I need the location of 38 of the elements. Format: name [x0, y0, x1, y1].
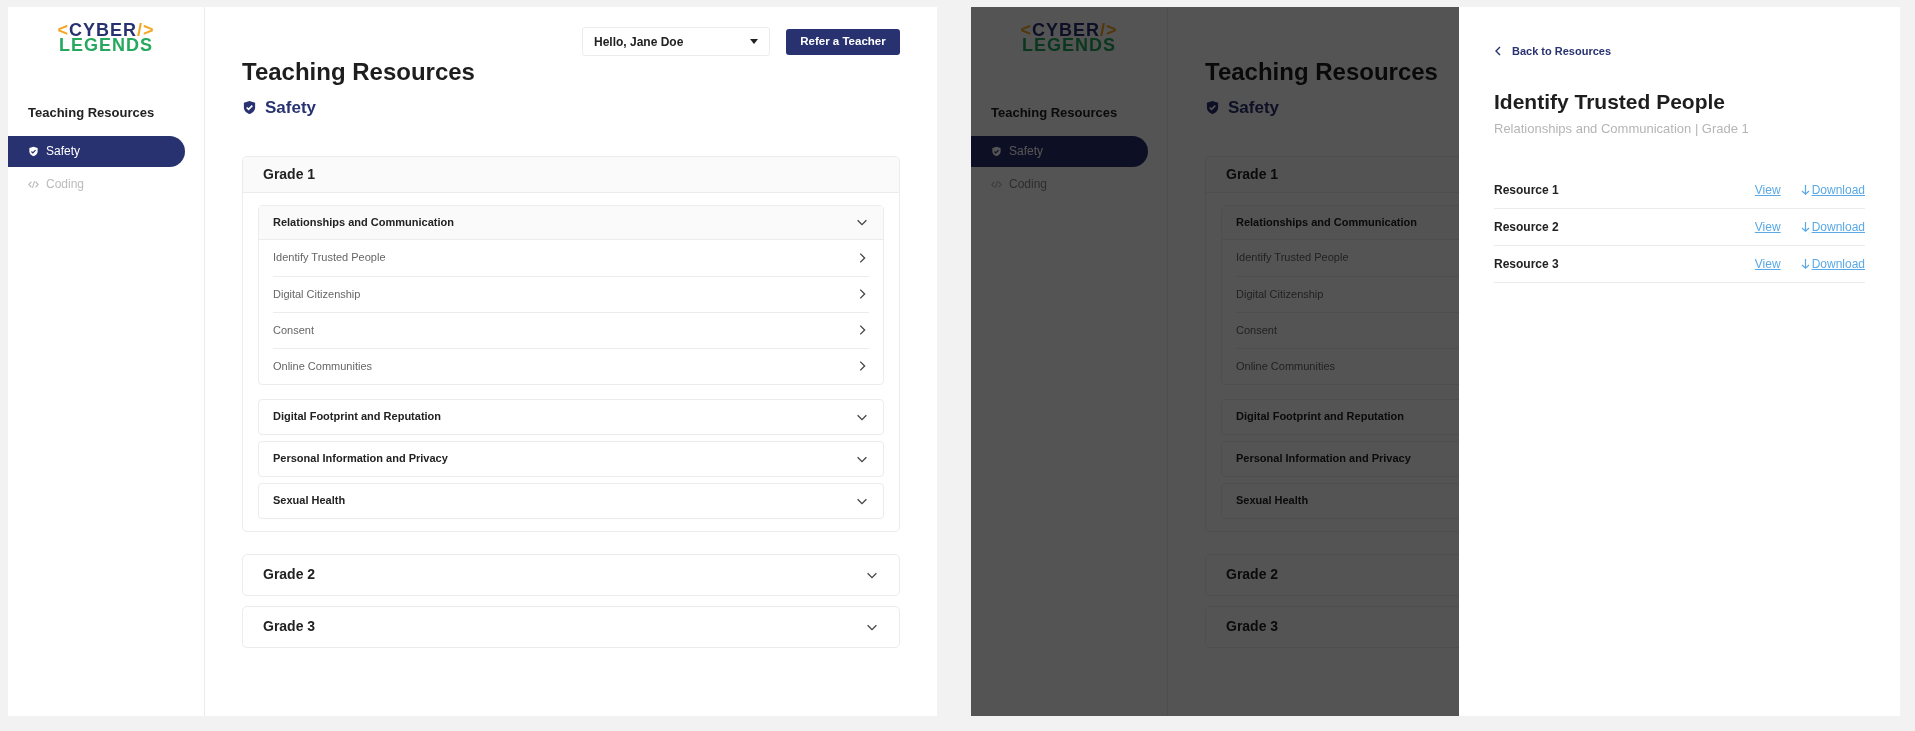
page-title: Teaching Resources [242, 57, 476, 87]
download-arrow-icon [1800, 221, 1810, 232]
resource-name: Resource 3 [1494, 255, 1560, 273]
shield-icon [991, 145, 1002, 157]
sidebar-heading: Teaching Resources [28, 104, 156, 122]
page-title: Teaching Resources [1205, 57, 1439, 87]
lesson-item[interactable]: Digital Citizenship [273, 275, 869, 312]
topic-header[interactable]: Sexual Health [259, 483, 883, 518]
resource-name: Resource 1 [1494, 181, 1560, 199]
logo: <CYBER/> LEGENDS [1020, 23, 1118, 53]
back-link[interactable]: Back to Resources [1494, 43, 1865, 60]
topic-header[interactable]: Relationships and Communication [259, 205, 883, 240]
shield-icon [1205, 100, 1220, 116]
resource-name: Resource 2 [1494, 218, 1560, 236]
category-title: Safety [265, 97, 317, 119]
grade-header[interactable]: Grade 3 [243, 606, 899, 647]
shield-icon [242, 100, 257, 116]
caret-down-icon [750, 39, 758, 44]
grade-header[interactable]: Grade 2 [243, 554, 899, 595]
sidebar-heading: Teaching Resources [991, 104, 1119, 122]
user-menu[interactable]: Hello, Jane Doe [582, 27, 770, 56]
chevron-left-icon [1494, 46, 1502, 57]
detail-subtitle: Relationships and Communication | Grade 1 [1494, 120, 1750, 138]
shield-icon [28, 145, 39, 157]
code-icon [28, 178, 39, 190]
grade-header[interactable]: Grade 1 [243, 156, 899, 193]
download-arrow-icon [1800, 184, 1810, 195]
lesson-item[interactable]: Online Communities [273, 347, 869, 384]
sidebar-item[interactable]: Safety [8, 135, 185, 167]
refer-button[interactable]: Refer a Teacher [786, 28, 900, 55]
category-title: Safety [1228, 97, 1280, 119]
lesson-item[interactable]: Consent [273, 311, 869, 348]
topic-header[interactable]: Digital Footprint and Reputation [259, 399, 883, 434]
lesson-item[interactable]: Identify Trusted People [273, 239, 869, 276]
topic-header[interactable]: Personal Information and Privacy [259, 441, 883, 476]
detail-title: Identify Trusted People [1494, 88, 1727, 115]
download-arrow-icon [1800, 258, 1810, 269]
logo: <CYBER/> LEGENDS [57, 23, 155, 53]
